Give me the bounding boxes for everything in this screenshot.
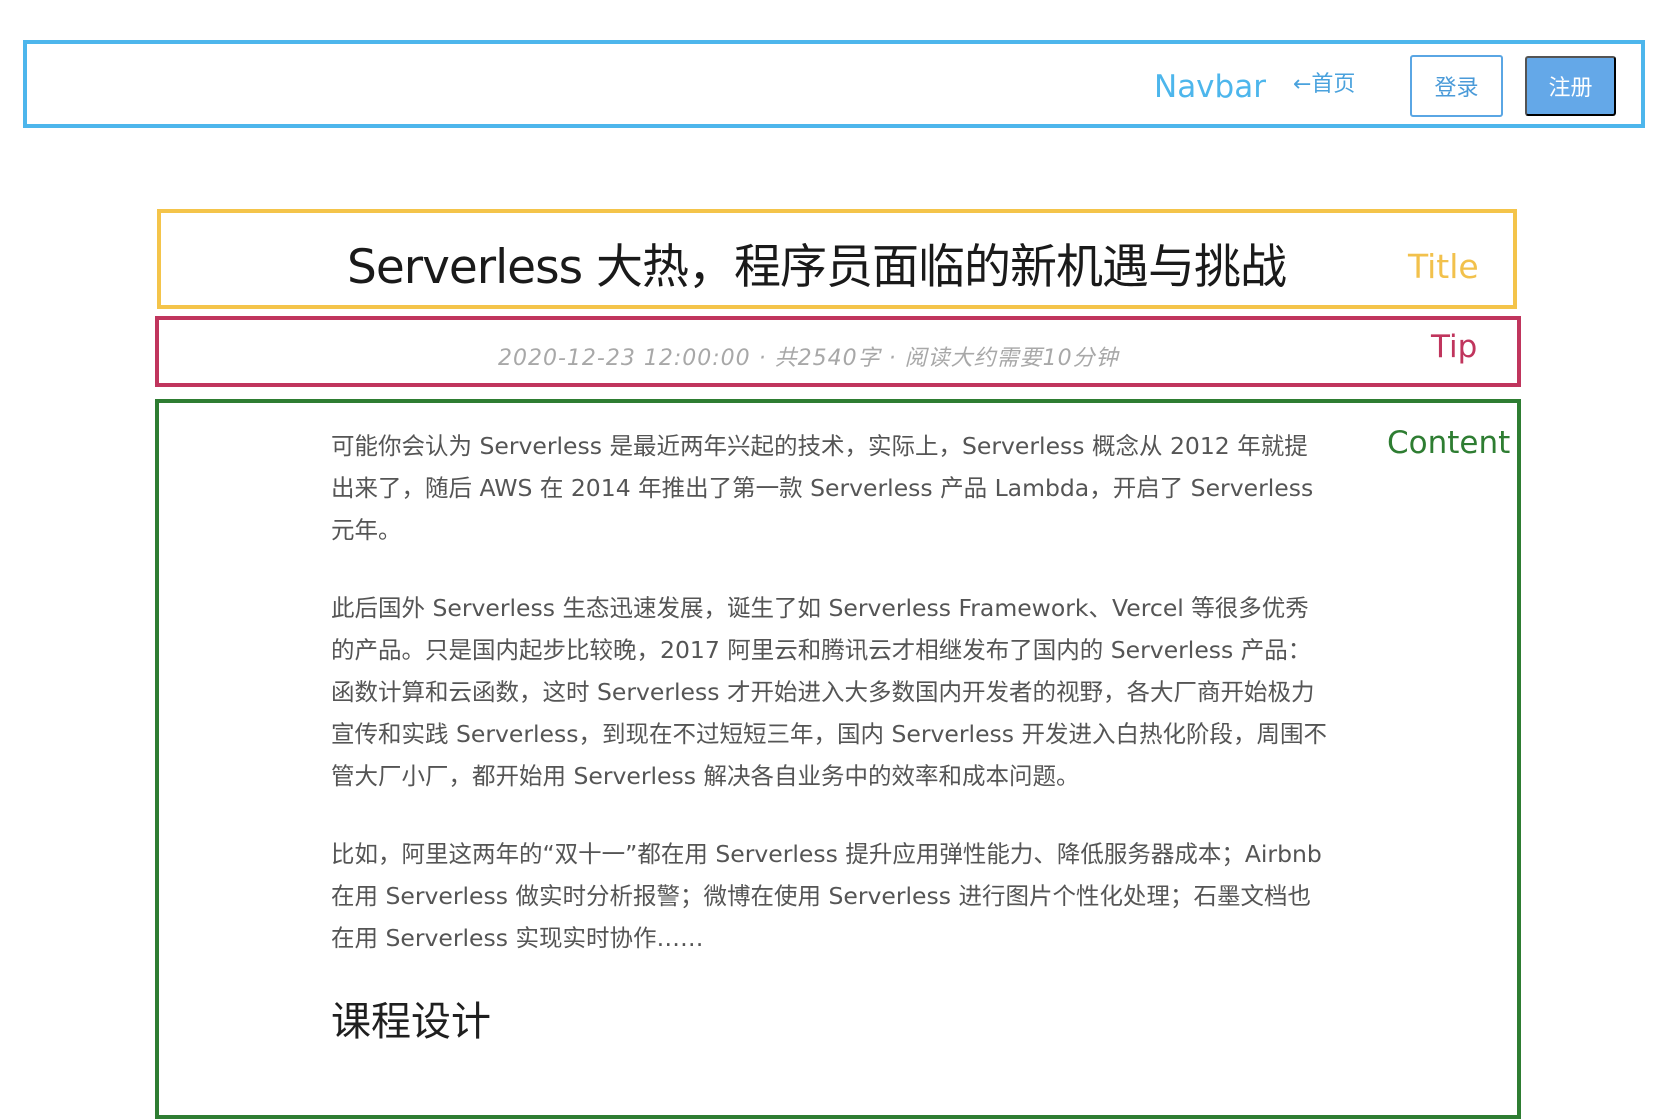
article-meta: 2020-12-23 12:00:00 · 共2540字 · 阅读大约需要10分… bbox=[498, 346, 1119, 371]
article-paragraph: 可能你会认为 Serverless 是最近两年兴起的技术，实际上，Serverl… bbox=[331, 432, 1314, 544]
login-button[interactable]: 登录 bbox=[1410, 55, 1503, 117]
register-button[interactable]: 注册 bbox=[1525, 56, 1616, 116]
tip-annotation-label: Tip bbox=[1431, 329, 1478, 365]
article-title: Serverless 大热，程序员面临的新机遇与挑战 bbox=[347, 240, 1287, 295]
title-annotation-label: Title bbox=[1408, 247, 1479, 286]
home-link[interactable]: ←首页 bbox=[1293, 72, 1355, 98]
navbar-annotation-label: Navbar bbox=[1154, 69, 1266, 105]
article-body: 可能你会认为 Serverless 是最近两年兴起的技术，实际上，Serverl… bbox=[331, 425, 1331, 1049]
article-paragraph: 比如，阿里这两年的“双十一”都在用 Serverless 提升应用弹性能力、降低… bbox=[331, 840, 1322, 952]
navbar-region bbox=[23, 40, 1645, 128]
section-heading: 课程设计 bbox=[331, 999, 491, 1045]
content-annotation-label: Content bbox=[1387, 425, 1511, 461]
article-paragraph: 此后国外 Serverless 生态迅速发展，诞生了如 Serverless F… bbox=[331, 594, 1327, 790]
